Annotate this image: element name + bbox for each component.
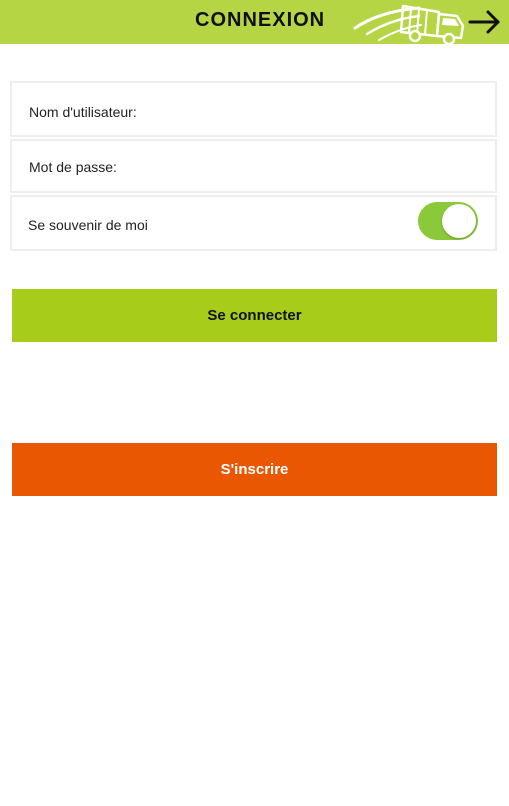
arrow-right-icon[interactable] (468, 9, 502, 35)
password-field[interactable] (152, 149, 485, 183)
username-label: Nom d'utilisateur: (29, 104, 137, 120)
username-row: Nom d'utilisateur: (10, 81, 497, 137)
password-label: Mot de passe: (29, 159, 117, 175)
login-screen: CONNEXION Nom d'utilisateur: Mot de pass… (0, 0, 509, 806)
password-row: Mot de passe: (10, 139, 497, 193)
username-field[interactable] (152, 91, 485, 127)
header-bar: CONNEXION (0, 0, 509, 44)
truck-logo-icon (353, 4, 465, 44)
remember-row: Se souvenir de moi (10, 195, 497, 251)
register-button[interactable]: S'inscrire (12, 443, 497, 496)
login-button[interactable]: Se connecter (12, 289, 497, 342)
page-title: CONNEXION (195, 9, 326, 31)
login-form: Nom d'utilisateur: Mot de passe: Se souv… (10, 81, 497, 251)
remember-label: Se souvenir de moi (28, 217, 148, 233)
remember-toggle[interactable] (418, 202, 478, 240)
toggle-knob (442, 204, 476, 238)
